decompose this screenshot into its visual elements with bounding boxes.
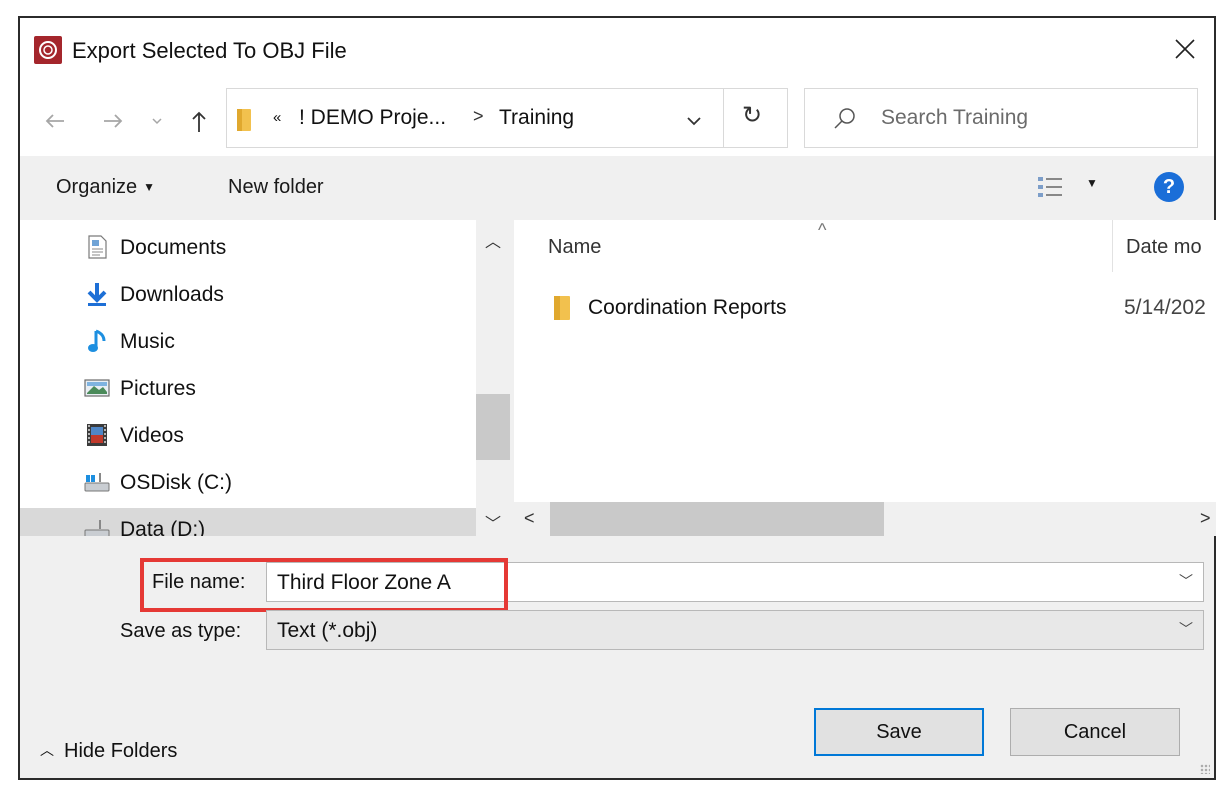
- new-folder-button[interactable]: New folder: [228, 176, 324, 199]
- downloads-icon: [87, 283, 107, 306]
- scroll-down-arrow[interactable]: ﹀: [485, 510, 501, 534]
- chevron-up-icon: ︿: [40, 742, 54, 758]
- breadcrumb-segment-demo-project[interactable]: ! DEMO Proje...: [299, 106, 446, 130]
- window-title: Export Selected To OBJ File: [72, 38, 347, 63]
- cancel-button[interactable]: Cancel: [1010, 708, 1180, 756]
- breadcrumb-segment-training[interactable]: Training: [499, 106, 574, 130]
- sort-ascending-icon: ^: [818, 220, 827, 240]
- refresh-icon: ↻: [742, 102, 763, 129]
- refresh-button[interactable]: ↻: [723, 89, 789, 147]
- search-input[interactable]: [881, 103, 1181, 133]
- scrollbar-thumb[interactable]: [550, 502, 884, 536]
- help-icon[interactable]: ?: [1154, 172, 1184, 202]
- nav-item-label: Pictures: [120, 377, 196, 400]
- file-name: Coordination Reports: [588, 296, 787, 319]
- nav-item-label: OSDisk (C:): [120, 471, 232, 494]
- folder-icon: [237, 109, 251, 131]
- search-box[interactable]: [804, 88, 1198, 148]
- chevron-down-icon: ﹀: [1179, 621, 1193, 637]
- address-history-dropdown[interactable]: [679, 105, 709, 135]
- column-header-date-modified[interactable]: Date mo: [1126, 236, 1202, 259]
- column-header-name[interactable]: Name: [548, 236, 601, 259]
- pictures-icon: [84, 379, 110, 397]
- save-as-type-value: Text (*.obj): [277, 619, 378, 642]
- nav-item-label: Downloads: [120, 283, 224, 306]
- folder-icon: [554, 296, 570, 320]
- nav-item-videos[interactable]: Videos: [84, 414, 474, 454]
- drive-icon: [84, 473, 110, 492]
- view-options-dropdown[interactable]: ▼: [1086, 176, 1098, 190]
- navigation-pane: Documents Downloads Music Pictures Video…: [20, 220, 510, 536]
- documents-icon: [88, 235, 107, 259]
- save-button[interactable]: Save: [814, 708, 984, 756]
- music-icon: [88, 329, 106, 352]
- organize-menu[interactable]: Organize ▼: [56, 176, 155, 199]
- nav-item-data-d[interactable]: Data (D:): [20, 508, 476, 536]
- resize-grip[interactable]: [1200, 764, 1210, 774]
- arrow-left-icon: [45, 114, 64, 128]
- breadcrumb-overflow[interactable]: «: [273, 109, 281, 126]
- up-button[interactable]: [186, 108, 214, 136]
- nav-item-downloads[interactable]: Downloads: [84, 273, 474, 313]
- nav-item-label: Data (D:): [120, 518, 206, 536]
- organize-label: Organize: [56, 176, 138, 198]
- drive-icon: [84, 520, 110, 536]
- close-button[interactable]: [1162, 26, 1208, 72]
- nav-item-music[interactable]: Music: [84, 320, 474, 360]
- nav-item-label: Videos: [120, 424, 184, 447]
- chevron-down-icon: [687, 117, 701, 126]
- scroll-up-arrow[interactable]: ︿: [485, 228, 501, 252]
- navigation-pane-scrollbar[interactable]: ︿ ﹀: [476, 220, 510, 536]
- nav-item-label: Music: [120, 330, 175, 353]
- caret-down-icon: ▼: [143, 180, 156, 194]
- title-bar: Export Selected To OBJ File: [20, 18, 1214, 82]
- scroll-left-arrow[interactable]: <: [524, 508, 535, 529]
- forward-button[interactable]: [100, 108, 128, 136]
- view-details-icon[interactable]: [1036, 174, 1064, 200]
- file-name-highlight-annotation: [140, 558, 508, 612]
- videos-icon: [87, 424, 107, 446]
- nav-item-label: Documents: [120, 236, 227, 259]
- scroll-right-arrow[interactable]: >: [1200, 508, 1211, 529]
- command-toolbar: Organize ▼ New folder ▼ ?: [20, 156, 1214, 220]
- hide-folders-label: Hide Folders: [64, 740, 178, 762]
- file-list-horizontal-scrollbar[interactable]: < >: [514, 502, 1216, 536]
- file-list: ^ Name Date mo Coordination Reports 5/14…: [514, 220, 1216, 536]
- save-as-type-label: Save as type:: [120, 620, 242, 642]
- arrow-up-icon: [192, 111, 206, 132]
- search-icon: [834, 108, 855, 129]
- scrollbar-thumb[interactable]: [476, 394, 510, 460]
- chevron-down-icon: [152, 118, 162, 125]
- navigation-bar: « ! DEMO Proje... > Training ↻: [20, 82, 1214, 156]
- arrow-right-icon: [104, 114, 123, 128]
- breadcrumb-separator[interactable]: >: [473, 106, 484, 127]
- chevron-down-icon[interactable]: ﹀: [1179, 571, 1193, 591]
- close-icon: [1175, 39, 1195, 59]
- hide-folders-toggle[interactable]: ︿ Hide Folders: [40, 740, 177, 763]
- address-bar[interactable]: « ! DEMO Proje... > Training ↻: [226, 88, 788, 148]
- save-as-type-select[interactable]: Text (*.obj) ﹀: [266, 610, 1204, 650]
- column-divider[interactable]: [1112, 220, 1113, 272]
- file-date-modified: 5/14/202: [1124, 296, 1206, 319]
- file-row[interactable]: Coordination Reports 5/14/202: [544, 288, 1216, 330]
- nav-item-pictures[interactable]: Pictures: [84, 367, 474, 407]
- save-options-panel: File name: Third Floor Zone A ﹀ Save as …: [20, 536, 1214, 778]
- recent-locations-button[interactable]: [150, 108, 170, 136]
- nav-item-osdisk-c[interactable]: OSDisk (C:): [84, 461, 474, 501]
- back-button[interactable]: [42, 108, 70, 136]
- export-dialog: Export Selected To OBJ File « ! DEMO Pro…: [18, 16, 1216, 780]
- nav-item-documents[interactable]: Documents: [84, 226, 474, 266]
- revit-app-icon: [34, 36, 62, 64]
